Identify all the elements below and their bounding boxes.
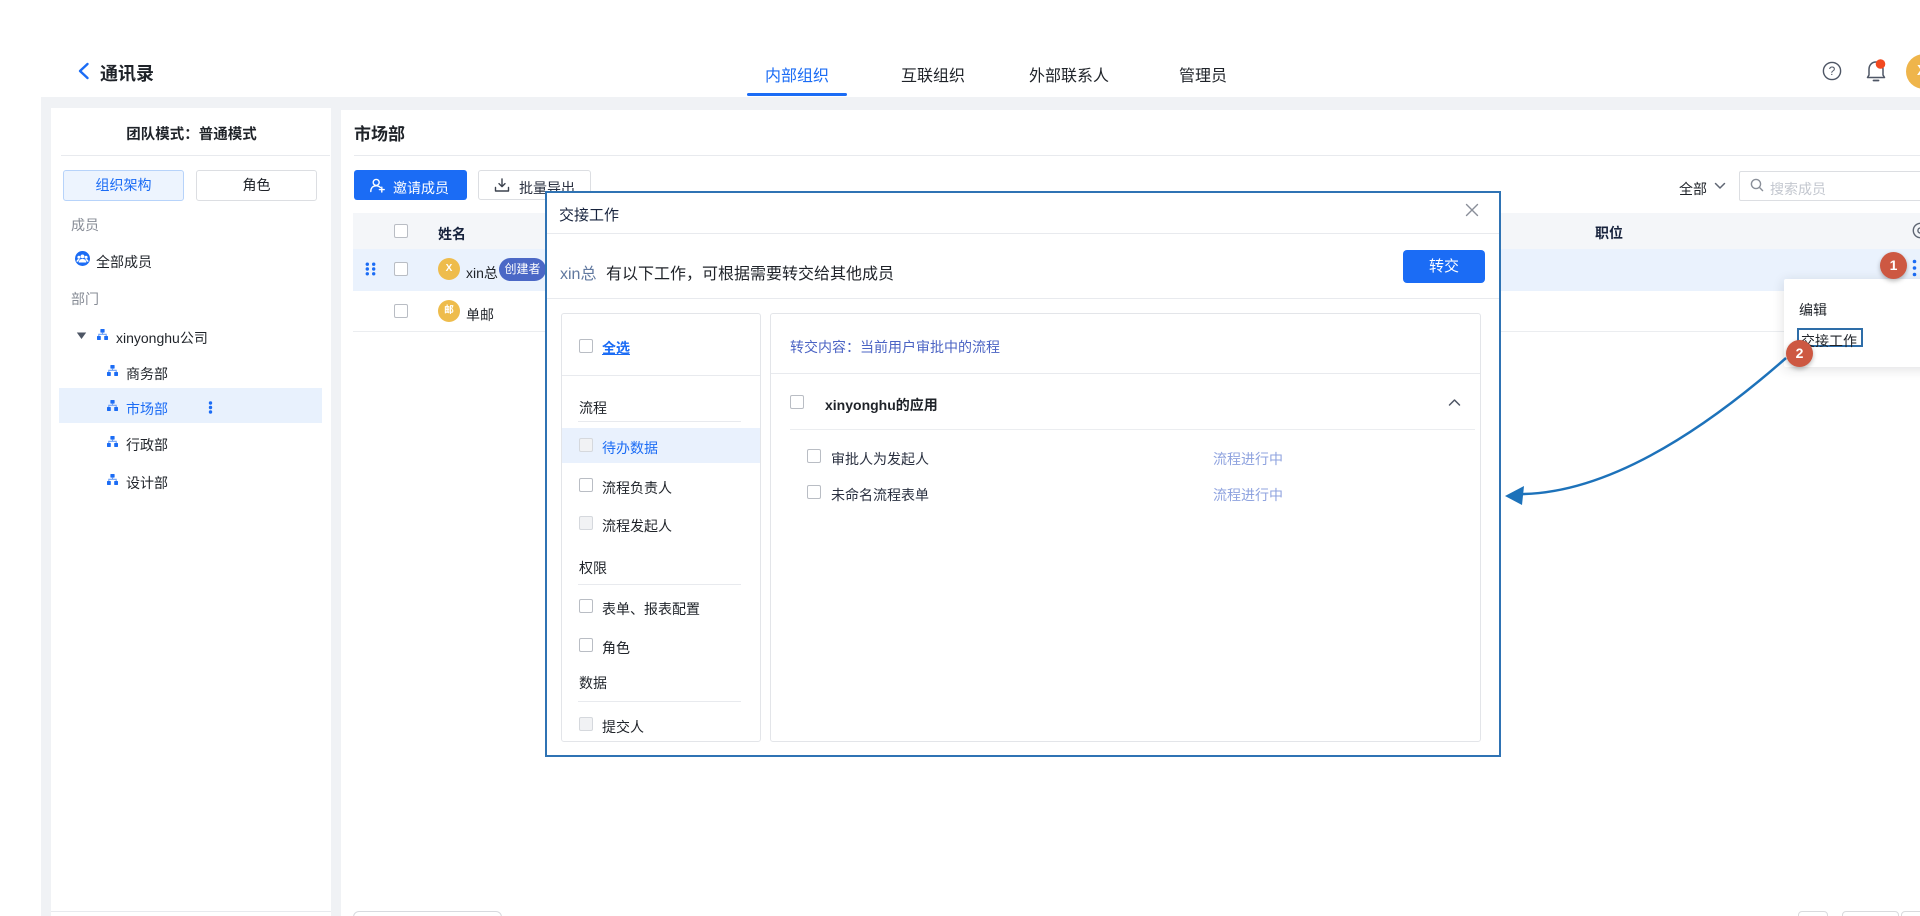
svg-text:?: ? — [1829, 64, 1836, 78]
